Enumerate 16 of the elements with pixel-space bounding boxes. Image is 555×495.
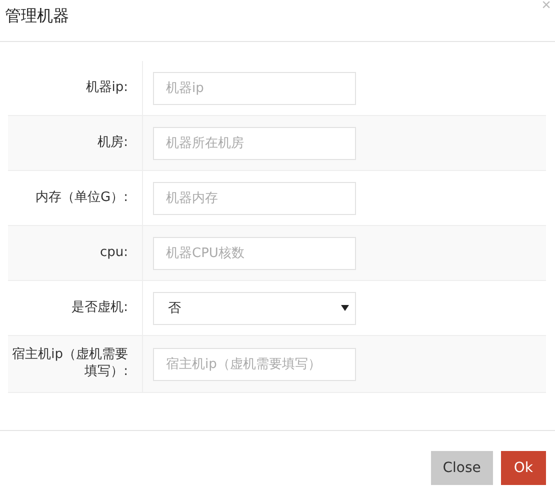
dialog-title: 管理机器: [5, 6, 69, 27]
field-label: 是否虚机:: [8, 281, 143, 335]
input-field[interactable]: 宿主机ip（虚机需要填写）: [153, 348, 356, 380]
select-field[interactable]: 否: [153, 292, 356, 324]
field-label: 机房:: [8, 116, 143, 170]
caret-icon: [341, 305, 349, 311]
field-label: 内存（单位G）:: [8, 171, 143, 225]
input-field[interactable]: 机器ip: [153, 72, 356, 104]
ok-button[interactable]: Ok: [500, 451, 546, 485]
input-field[interactable]: 机器内存: [153, 182, 356, 214]
field-label: cpu:: [8, 226, 143, 280]
close-button[interactable]: Close: [430, 451, 493, 485]
field-label: 宿主机ip（虚机需要填写）:: [8, 336, 143, 392]
input-field[interactable]: 机器所在机房: [153, 126, 356, 160]
input-field[interactable]: 机器CPU核数: [153, 236, 356, 270]
field-label: 机器ip:: [8, 61, 143, 115]
